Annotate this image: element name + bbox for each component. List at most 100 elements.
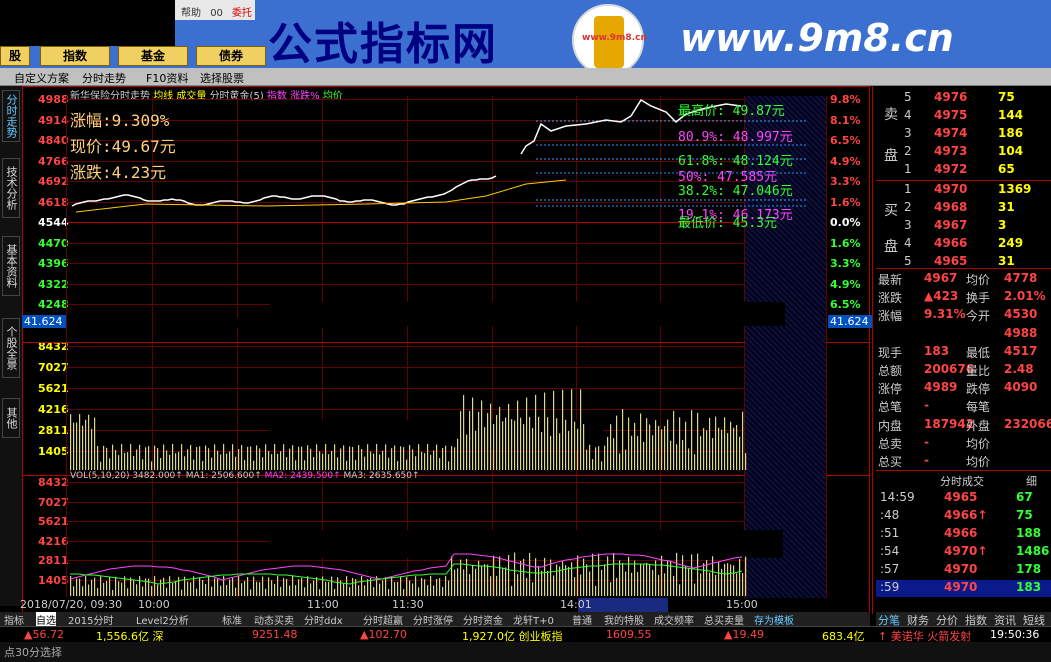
price-cell: 4972 [934,162,968,176]
price-cell: 4965 [944,490,978,504]
cell: 总买 [878,455,903,469]
sell-row: 1 4972 65 [876,162,1051,179]
price-cell: 4973 [934,144,968,158]
cell: 现手 [878,345,903,360]
cell: 今开 [966,309,991,324]
right-tabs: 分笔 财务 分价 指数 资讯 短线 [876,612,1051,627]
quote-row: 最新 4967 均价 4778 [876,271,1051,288]
quote-value: ▲423 [924,289,959,304]
quote-value: 4517 [1004,343,1038,358]
cell: :54 [880,544,900,558]
bottom-tab[interactable]: 标准 [222,612,242,627]
bottom-tab[interactable]: 动态买卖 [254,612,294,627]
tick-row: :51 4966 188 [876,526,1051,543]
price-cell: 4966 [934,236,968,250]
quote-row: 总卖 - 均价 [876,435,1051,452]
price-cell: 4970 [944,580,978,594]
quote-value: - [924,398,929,413]
bottom-tab[interactable]: 分时ddx [304,612,343,627]
price-cell: 4965 [934,254,968,268]
bottom-tab[interactable]: 指标 [4,612,24,627]
quote-value: 4988 [1004,325,1038,340]
quote-value: 4778 [1004,271,1038,285]
quote-row: 内盘 187942 外盘 232066 [876,417,1051,434]
volume-cell: 183 [1016,580,1042,594]
quote-value: 183 [924,343,950,358]
volume-cell: 75 [998,90,1015,104]
cell: :57 [880,562,900,576]
quote-row: 总笔 - 每笔 [876,398,1051,415]
volume-cell: 186 [998,126,1024,140]
volume-cell: 249 [998,236,1024,250]
cell: 3 [904,126,912,140]
status-bar: ▲56.72 1,556.6亿 深 9251.48 ▲102.70 1,927.… [0,626,1051,643]
quote-value: - [924,453,929,467]
cell: :51 [880,526,900,540]
cell: 5 [904,254,912,268]
price-cell: 4970↑ [944,544,988,558]
sell-row: 2 4973 104 [876,144,1051,161]
bottom-tab[interactable]: Level2分析 [136,612,189,627]
cell: 涨停 [878,382,903,397]
tick-row: 14:59 4965 67 [876,490,1051,507]
cell: 总笔 [878,400,903,415]
quote-row: 涨幅 9.31% 今开 4530 [876,307,1051,324]
bottom-tab[interactable]: 分时超赢 [363,612,403,627]
quote-value: 2.01% [1004,289,1046,304]
bottom-tab[interactable]: 成交频率 [654,612,694,627]
footer: 点30分选择 [0,642,1051,662]
quote-row: 涨跌 ▲423 换手 2.01% [876,289,1051,306]
cell: 最新 [878,273,903,287]
quote-row: 涨停 4989 跌停 4090 [876,380,1051,397]
volume-cell: 104 [998,144,1024,158]
cell: 14:59 [880,490,915,504]
clock: 19:50:36 [990,628,1040,641]
cell: 4 [904,236,912,250]
price-cell: 4968 [934,200,968,214]
quote-row: 总买 - 均价 [876,453,1051,470]
volume-cell: 144 [998,108,1024,122]
cell: :48 [880,508,900,522]
price-cell: 4976 [934,90,968,104]
cell: 换手 [966,291,991,306]
volume-cell: 1486 [1016,544,1050,558]
detail-button[interactable]: 细 [1026,473,1037,489]
volume-cell: 188 [1016,526,1042,540]
bottom-tab[interactable]: 分时资金 [463,612,503,627]
bottom-tab[interactable]: 普通 [572,612,592,627]
quote-value: - [924,434,929,449]
ticks-header: 分时成交 细 [940,473,1037,489]
cell: 2 [904,200,912,214]
cell: 1 [904,162,912,176]
bottom-tab[interactable]: 我的特股 [604,612,644,627]
volume-cell: 67 [1016,490,1033,504]
quote-row: 总额 200676 量比 2.48 [876,362,1051,379]
right-panel-content: 5 4976 75 4 4975 144 3 4974 186 2 4973 104 1 4972 65 1 4… [0,0,1051,662]
quote-value: 4530 [1004,307,1038,322]
sell-row: 5 4976 75 [876,90,1051,107]
cell: 2 [904,144,912,158]
buy-row: 2 4968 31 [876,200,1051,217]
tick-row: :48 4966↑ 75 [876,508,1051,525]
cell: 1 [904,182,912,196]
price-cell: 4970 [944,562,978,576]
cell: 均价 [966,455,991,469]
price-cell: 4966↑ [944,508,988,522]
quote-row: 现手 183 最低 4517 [876,344,1051,361]
bottom-tab[interactable]: 总买卖量 [704,612,744,627]
cell: 4 [904,108,912,122]
cell: 每笔 [966,400,991,415]
price-cell: 4974 [934,126,968,140]
bottom-tab[interactable]: 2015分时 [68,612,113,627]
sell-row: 3 4974 186 [876,126,1051,143]
cell: 内盘 [878,418,903,433]
cell: 均价 [966,273,991,287]
price-cell: 4967 [934,218,968,232]
cell: 均价 [966,436,991,451]
tick-row: :59 4970 183 [876,580,1051,597]
bottom-tab[interactable]: 自选 [36,612,56,627]
bottom-tab[interactable]: 分时涨停 [413,612,453,627]
bottom-tab[interactable]: 存为模板 [754,612,794,627]
bottom-tab[interactable]: 龙轩T+0 [513,612,554,627]
quote-value: 4090 [1004,380,1038,395]
